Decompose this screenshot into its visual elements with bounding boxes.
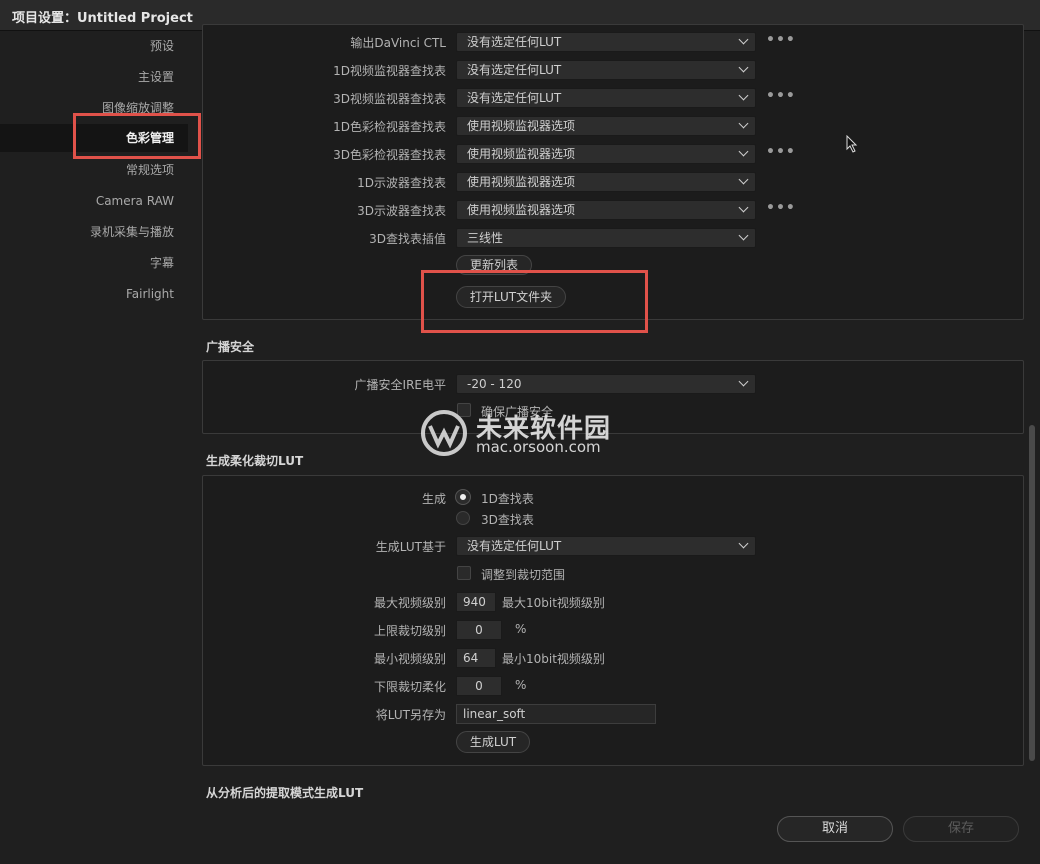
window-title: 项目设置：Untitled Project [12, 11, 193, 26]
lut-row-label: 3D色彩检视器查找表 [333, 148, 446, 162]
highlight-box-open-folder [421, 270, 648, 333]
sidebar-item-capture-playback[interactable]: 录机采集与播放 [0, 218, 174, 246]
lut-row-label: 3D查找表插值 [369, 232, 446, 246]
scrollbar-thumb[interactable] [1029, 425, 1035, 761]
chevron-down-icon [738, 146, 749, 157]
1d-color-viewer-lut-select[interactable]: 使用视频监视器选项 [456, 116, 756, 136]
lut-row-label: 1D视频监视器查找表 [333, 64, 446, 78]
lut-row-label: 1D示波器查找表 [357, 176, 446, 190]
watermark-logo-icon [421, 410, 467, 456]
min-video-level-hint: 最小10bit视频级别 [502, 652, 605, 666]
more-options-icon[interactable]: ••• [766, 144, 796, 160]
highlight-box-sidebar [73, 113, 201, 159]
3d-color-viewer-lut-select[interactable]: 使用视频监视器选项 [456, 144, 756, 164]
save-button[interactable]: 保存 [903, 816, 1019, 842]
chevron-down-icon [738, 376, 749, 387]
select-value: 没有选定任何LUT [467, 35, 562, 49]
upper-clip-level-input[interactable]: 0 [456, 620, 502, 640]
3d-scope-lut-select[interactable]: 使用视频监视器选项 [456, 200, 756, 220]
cancel-button[interactable]: 取消 [777, 816, 893, 842]
chevron-down-icon [738, 538, 749, 549]
chevron-down-icon [738, 118, 749, 129]
lut-row-label: 输出DaVinci CTL [350, 36, 446, 50]
based-on-label: 生成LUT基于 [375, 540, 446, 554]
chevron-down-icon [738, 90, 749, 101]
lut-row-label: 3D视频监视器查找表 [333, 92, 446, 106]
chevron-down-icon [738, 174, 749, 185]
lower-clip-softness-label: 下限裁切柔化 [373, 680, 446, 694]
more-options-icon[interactable]: ••• [766, 200, 796, 216]
select-value: 使用视频监视器选项 [467, 147, 576, 161]
save-lut-as-label: 将LUT另存为 [375, 708, 446, 722]
select-value: 没有选定任何LUT [467, 91, 562, 105]
sidebar-item-general-options[interactable]: 常规选项 [0, 156, 174, 184]
radio-3d-lut[interactable] [456, 511, 470, 525]
mouse-cursor-icon [846, 135, 858, 153]
sidebar-item-subtitles[interactable]: 字幕 [0, 249, 174, 277]
sidebar-item-camera-raw[interactable]: Camera RAW [0, 187, 174, 215]
broadcast-safe-title: 广播安全 [206, 340, 255, 354]
select-value: 没有选定任何LUT [467, 63, 562, 77]
upper-clip-level-label: 上限裁切级别 [373, 624, 446, 638]
based-on-select[interactable]: 没有选定任何LUT [456, 536, 756, 556]
max-video-level-input[interactable]: 940 [456, 592, 496, 612]
percent-unit: % [515, 678, 527, 692]
select-value: -20 - 120 [467, 377, 522, 391]
select-value: 使用视频监视器选项 [467, 203, 576, 217]
chevron-down-icon [738, 230, 749, 241]
output-ctl-select[interactable]: 没有选定任何LUT [456, 32, 756, 52]
soft-clip-title: 生成柔化裁切LUT [206, 454, 304, 468]
sidebar-item-fairlight[interactable]: Fairlight [0, 280, 174, 308]
select-value: 没有选定任何LUT [467, 539, 562, 553]
sidebar-item-presets[interactable]: 预设 [0, 32, 174, 60]
analysis-title: 从分析后的提取模式生成LUT [206, 786, 364, 800]
chevron-down-icon [738, 202, 749, 213]
3d-video-monitor-lut-select[interactable]: 没有选定任何LUT [456, 88, 756, 108]
chevron-down-icon [738, 34, 749, 45]
option-1d-lut-label: 1D查找表 [481, 492, 534, 506]
max-video-level-label: 最大视频级别 [373, 596, 446, 610]
select-value: 三线性 [467, 231, 504, 245]
chevron-down-icon [738, 62, 749, 73]
ire-level-label: 广播安全IRE电平 [354, 378, 446, 392]
sidebar-item-master-settings[interactable]: 主设置 [0, 63, 174, 91]
max-video-level-hint: 最大10bit视频级别 [502, 596, 605, 610]
percent-unit: % [515, 622, 527, 636]
select-value: 使用视频监视器选项 [467, 175, 576, 189]
ire-level-select[interactable]: -20 - 120 [456, 374, 756, 394]
watermark-url: mac.orsoon.com [476, 438, 601, 456]
1d-scope-lut-select[interactable]: 使用视频监视器选项 [456, 172, 756, 192]
lut-row-label: 3D示波器查找表 [357, 204, 446, 218]
lower-clip-softness-input[interactable]: 0 [456, 676, 502, 696]
generate-label: 生成 [421, 492, 446, 506]
adjust-clip-range-checkbox[interactable] [457, 566, 471, 580]
more-options-icon[interactable]: ••• [766, 88, 796, 104]
option-3d-lut-label: 3D查找表 [481, 513, 534, 527]
save-lut-as-input[interactable]: linear_soft [456, 704, 656, 724]
select-value: 使用视频监视器选项 [467, 119, 576, 133]
adjust-clip-range-label: 调整到裁切范围 [481, 568, 566, 582]
1d-video-monitor-lut-select[interactable]: 没有选定任何LUT [456, 60, 756, 80]
lut-row-label: 1D色彩检视器查找表 [333, 120, 446, 134]
3d-lut-interpolation-select[interactable]: 三线性 [456, 228, 756, 248]
min-video-level-input[interactable]: 64 [456, 648, 496, 668]
broadcast-safe-panel [202, 360, 1024, 434]
generate-lut-button[interactable]: 生成LUT [456, 731, 530, 753]
min-video-level-label: 最小视频级别 [373, 652, 446, 666]
more-options-icon[interactable]: ••• [766, 32, 796, 48]
radio-1d-lut[interactable] [456, 490, 470, 504]
